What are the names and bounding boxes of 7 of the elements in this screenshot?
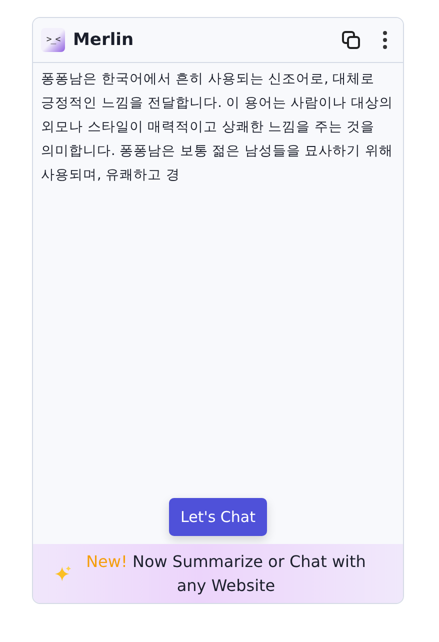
app-title: Merlin bbox=[73, 30, 135, 50]
lets-chat-button[interactable]: Let's Chat bbox=[168, 498, 268, 536]
announcement-text[interactable]: New! Now Summarize or Chat with any Website bbox=[76, 550, 376, 598]
sparkle-icon bbox=[54, 565, 72, 583]
response-text: 퐁퐁남은 한국어에서 흔히 사용되는 신조어로, 대체로 긍정적인 느낌을 전달합니다. 이 용어는 사람이나 대상의 외모나 스타일이 매력적이고 상쾌한 느낌을 주는 것을 의미합니다. 퐁퐁남은 보통 젊은 남성들을 묘사하기 위해 사용되며, 유쾌하고 경 bbox=[40, 70, 394, 185]
app-logo: >_< bbox=[41, 28, 65, 52]
copy-icon[interactable] bbox=[341, 30, 361, 50]
